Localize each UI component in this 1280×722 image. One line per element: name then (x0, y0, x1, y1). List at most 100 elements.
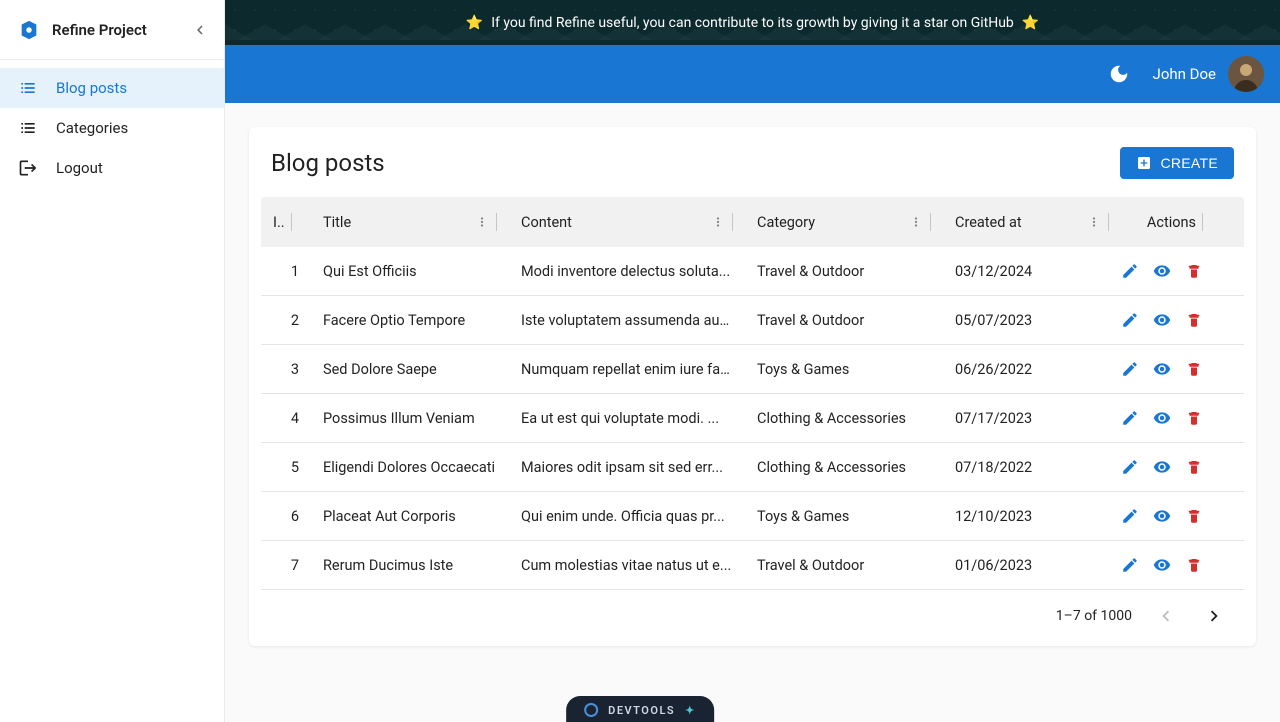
cell-title: Possimus Illum Veniam (311, 410, 509, 427)
column-menu-icon[interactable] (1086, 215, 1102, 229)
column-menu-icon[interactable] (710, 215, 726, 229)
pagination-range: 1–7 of 1000 (1056, 608, 1132, 624)
sidebar-menu: Blog posts Categories Logout (0, 60, 224, 722)
view-button[interactable] (1153, 409, 1171, 427)
cell-category: Clothing & Accessories (745, 459, 943, 476)
cell-created-at: 12/10/2023 (943, 508, 1121, 525)
pagination-prev-button[interactable] (1152, 602, 1180, 630)
cell-title: Qui Est Officiis (311, 263, 509, 280)
column-menu-icon[interactable] (474, 215, 490, 229)
user-name: John Doe (1153, 65, 1216, 83)
brand-name: Refine Project (52, 21, 147, 39)
edit-button[interactable] (1121, 507, 1139, 525)
sidebar-item-logout[interactable]: Logout (0, 148, 224, 188)
sidebar: Refine Project Blog posts Categories (0, 0, 225, 722)
cell-title: Facere Optio Tempore (311, 312, 509, 329)
cell-id: 4 (261, 410, 311, 427)
sidebar-header: Refine Project (0, 0, 224, 60)
cell-category: Toys & Games (745, 508, 943, 525)
view-button[interactable] (1153, 360, 1171, 378)
column-header-actions: Actions (1121, 213, 1215, 231)
column-header-id[interactable]: I.. (261, 213, 311, 231)
table-row[interactable]: 1Qui Est OfficiisModi inventore delectus… (261, 247, 1244, 296)
view-button[interactable] (1153, 458, 1171, 476)
delete-button[interactable] (1185, 262, 1203, 280)
sidebar-item-label: Logout (56, 159, 103, 177)
page-title: Blog posts (271, 149, 385, 177)
cell-actions (1121, 556, 1215, 574)
cell-actions (1121, 409, 1215, 427)
topbar: John Doe (225, 45, 1280, 103)
cell-category: Travel & Outdoor (745, 312, 943, 329)
sidebar-item-categories[interactable]: Categories (0, 108, 224, 148)
delete-button[interactable] (1185, 360, 1203, 378)
pagination: 1–7 of 1000 (261, 590, 1244, 634)
brand-logo[interactable]: Refine Project (18, 19, 147, 41)
column-header-created-at[interactable]: Created at (943, 213, 1121, 231)
cell-actions (1121, 507, 1215, 525)
table-row[interactable]: 4Possimus Illum VeniamEa ut est qui volu… (261, 394, 1244, 443)
edit-button[interactable] (1121, 311, 1139, 329)
table-header: I.. Title Content (261, 197, 1244, 247)
view-button[interactable] (1153, 311, 1171, 329)
column-menu-icon[interactable] (908, 215, 924, 229)
delete-button[interactable] (1185, 311, 1203, 329)
cell-id: 3 (261, 361, 311, 378)
table-row[interactable]: 7Rerum Ducimus IsteCum molestias vitae n… (261, 541, 1244, 590)
pagination-next-button[interactable] (1200, 602, 1228, 630)
cell-category: Travel & Outdoor (745, 263, 943, 280)
edit-button[interactable] (1121, 409, 1139, 427)
cell-created-at: 06/26/2022 (943, 361, 1121, 378)
create-button-label: CREATE (1160, 155, 1218, 171)
table-row[interactable]: 3Sed Dolore SaepeNumquam repellat enim i… (261, 345, 1244, 394)
sidebar-item-blog-posts[interactable]: Blog posts (0, 68, 224, 108)
view-button[interactable] (1153, 262, 1171, 280)
view-button[interactable] (1153, 556, 1171, 574)
cell-created-at: 05/07/2023 (943, 312, 1121, 329)
cell-created-at: 03/12/2024 (943, 263, 1121, 280)
cell-content: Qui enim unde. Officia quas pr... (509, 508, 745, 525)
list-icon (18, 118, 38, 138)
sidebar-collapse-button[interactable] (188, 18, 212, 42)
cell-title: Sed Dolore Saepe (311, 361, 509, 378)
edit-button[interactable] (1121, 556, 1139, 574)
cell-id: 1 (261, 263, 311, 280)
column-header-category[interactable]: Category (745, 213, 943, 231)
chevron-left-icon (1155, 605, 1177, 627)
main: ⭐ If you find Refine useful, you can con… (225, 0, 1280, 722)
edit-button[interactable] (1121, 360, 1139, 378)
column-header-content[interactable]: Content (509, 213, 745, 231)
delete-button[interactable] (1185, 409, 1203, 427)
delete-button[interactable] (1185, 507, 1203, 525)
cell-category: Clothing & Accessories (745, 410, 943, 427)
cell-id: 6 (261, 508, 311, 525)
column-header-title[interactable]: Title (311, 213, 509, 231)
cell-actions (1121, 262, 1215, 280)
github-star-banner[interactable]: ⭐ If you find Refine useful, you can con… (225, 0, 1280, 45)
cell-id: 7 (261, 557, 311, 574)
table-row[interactable]: 5Eligendi Dolores OccaecatiMaiores odit … (261, 443, 1244, 492)
cell-created-at: 07/17/2023 (943, 410, 1121, 427)
refine-logo-icon (18, 19, 40, 41)
edit-button[interactable] (1121, 262, 1139, 280)
view-button[interactable] (1153, 507, 1171, 525)
delete-button[interactable] (1185, 556, 1203, 574)
create-button[interactable]: CREATE (1120, 147, 1234, 179)
devtools-button[interactable]: DEVTOOLS ✦ (566, 696, 714, 722)
cell-category: Toys & Games (745, 361, 943, 378)
user-menu[interactable]: John Doe (1153, 56, 1264, 92)
table-row[interactable]: 2Facere Optio TemporeIste voluptatem ass… (261, 296, 1244, 345)
cell-id: 5 (261, 459, 311, 476)
cell-id: 2 (261, 312, 311, 329)
table-row[interactable]: 6Placeat Aut CorporisQui enim unde. Offi… (261, 492, 1244, 541)
cell-title: Eligendi Dolores Occaecati (311, 459, 509, 476)
sidebar-item-label: Blog posts (56, 79, 127, 97)
chevron-right-icon (1203, 605, 1225, 627)
dark-mode-toggle[interactable] (1101, 56, 1137, 92)
cell-content: Modi inventore delectus soluta... (509, 263, 745, 280)
cell-content: Ea ut est qui voluptate modi. ... (509, 410, 745, 427)
delete-button[interactable] (1185, 458, 1203, 476)
devtools-label: DEVTOOLS (608, 704, 675, 717)
logout-icon (18, 158, 38, 178)
edit-button[interactable] (1121, 458, 1139, 476)
